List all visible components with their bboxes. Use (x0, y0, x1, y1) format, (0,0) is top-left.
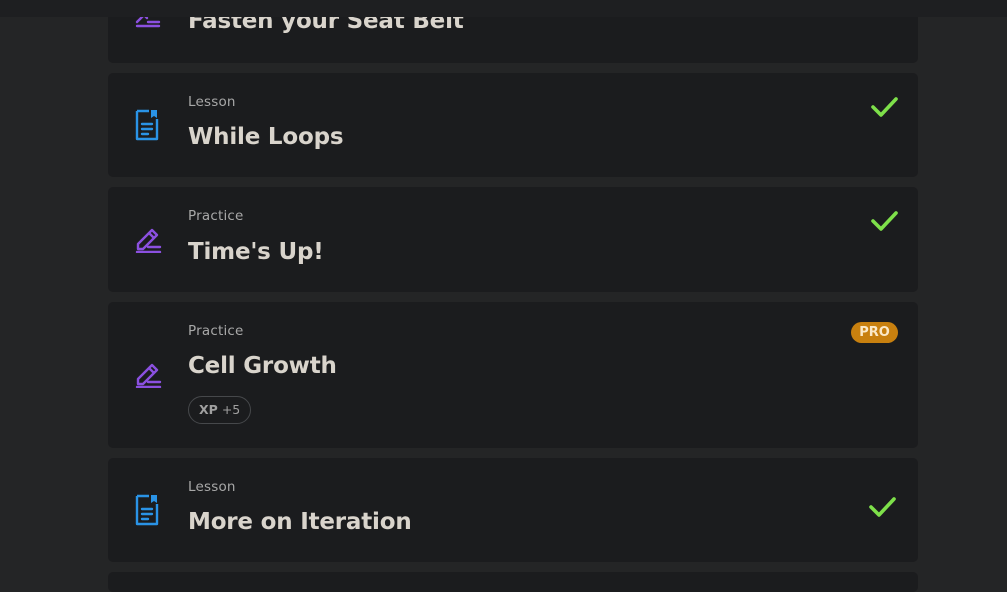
list-item-times-up[interactable]: Practice Time's Up! (108, 187, 918, 292)
xp-value: +5 (221, 402, 241, 417)
item-title: While Loops (188, 124, 344, 150)
item-title: Time's Up! (188, 239, 324, 265)
top-bar (0, 0, 1007, 17)
practice-icon (135, 228, 162, 253)
item-type: Practice (188, 323, 244, 339)
check-icon (871, 211, 898, 231)
item-type: Lesson (188, 479, 236, 495)
list-item-more-on-iteration[interactable]: Lesson More on Iteration (108, 458, 918, 562)
item-title: More on Iteration (188, 509, 412, 535)
check-icon (871, 97, 898, 117)
xp-chip: XP +5 (188, 396, 252, 424)
pro-badge: PRO (851, 322, 898, 343)
lesson-icon (135, 494, 159, 526)
list-item-cell-growth[interactable]: Practice Cell Growth PRO XP +5 (108, 302, 918, 448)
check-icon (869, 497, 896, 517)
xp-label: XP (199, 402, 218, 417)
practice-icon (135, 363, 162, 388)
lesson-icon (135, 109, 159, 141)
item-type: Practice (188, 208, 244, 224)
list-item-while-loops[interactable]: Lesson While Loops (108, 73, 918, 177)
item-type: Lesson (188, 94, 236, 110)
item-title: Cell Growth (188, 353, 337, 379)
list-item-next[interactable] (108, 572, 918, 592)
